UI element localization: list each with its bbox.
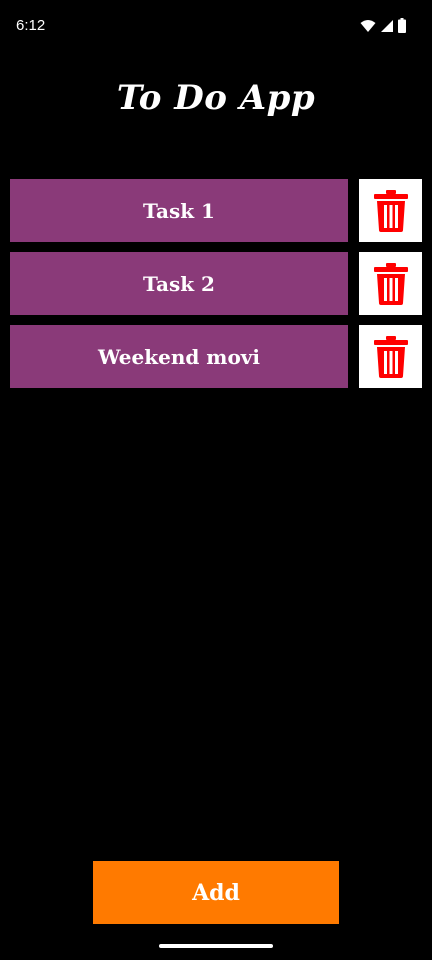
trash-icon — [373, 189, 408, 232]
battery-icon — [398, 18, 406, 33]
task-list: Task 1 Task 2 Weekend movi — [10, 179, 422, 398]
trash-icon — [373, 262, 408, 305]
task-item[interactable]: Task 1 — [10, 179, 348, 242]
add-button[interactable]: Add — [93, 861, 339, 924]
home-indicator[interactable] — [159, 944, 273, 948]
delete-task-button[interactable] — [359, 179, 422, 242]
app-title: To Do App — [116, 78, 316, 118]
status-time: 6:12 — [16, 17, 46, 34]
wifi-icon — [360, 19, 376, 33]
status-bar: 6:12 — [0, 0, 432, 52]
trash-icon — [373, 335, 408, 378]
task-row: Task 1 — [10, 179, 422, 242]
cell-signal-icon — [380, 19, 394, 33]
task-item[interactable]: Task 2 — [10, 252, 348, 315]
delete-task-button[interactable] — [359, 252, 422, 315]
task-row: Task 2 — [10, 252, 422, 315]
status-icons — [360, 17, 406, 34]
task-row: Weekend movi — [10, 325, 422, 388]
delete-task-button[interactable] — [359, 325, 422, 388]
task-item[interactable]: Weekend movi — [10, 325, 348, 388]
